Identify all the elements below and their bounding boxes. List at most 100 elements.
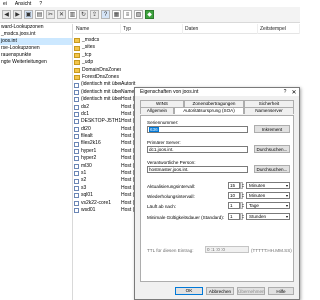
menu-view[interactable]: Ansicht [15, 1, 31, 7]
refresh-unit-select[interactable]: Minuten ▾ [246, 182, 290, 189]
forward-icon[interactable]: ▶ [13, 10, 22, 19]
show-hide-tree-icon[interactable]: ▤ [35, 10, 44, 19]
back-icon[interactable]: ◀ [2, 10, 11, 19]
toolbar: ◀ ▶ ▣ ▤ ✂ ✕ ▥ ↻ ⇪ ? ▦ ≡ ▧ ◆ [0, 7, 300, 23]
refresh-interval-field[interactable]: 15 [228, 182, 240, 189]
new-zone-icon[interactable]: ◆ [145, 10, 154, 19]
up-folder-icon[interactable]: ▣ [24, 10, 33, 19]
column-header-data[interactable]: Daten [183, 24, 258, 34]
new-record-icon[interactable]: ▧ [134, 10, 143, 19]
delete-icon[interactable]: ✕ [57, 10, 66, 19]
tab-soa[interactable]: Autoritätsursprung (SOA) [174, 107, 244, 114]
document-icon[interactable]: ▦ [112, 10, 121, 19]
refresh-interval-spinner[interactable] [240, 182, 244, 189]
dialog-help-button[interactable]: Hilfe [268, 287, 294, 295]
minimum-ttl-unit-select[interactable]: Stunden ▾ [246, 213, 290, 220]
primary-server-label: Primärer Server: [147, 140, 181, 145]
cancel-button[interactable]: Abbrechen [206, 287, 234, 295]
browse-responsible-button[interactable]: Durchsuchen... [254, 165, 290, 173]
menu-file[interactable]: ei [3, 1, 7, 7]
responsible-person-field[interactable]: hostmaster.joos.int. [147, 166, 248, 173]
record-type [121, 59, 141, 66]
dialog-help-icon[interactable]: ? [281, 89, 289, 95]
tree-item-msdcs-zone[interactable]: _msdcs.joos.int [0, 31, 72, 38]
record-name-cell: (identisch mit übergeordne... [74, 81, 121, 88]
list-item[interactable]: DomainDnsZones [74, 67, 300, 74]
tab-name-servers[interactable]: Namenserver [244, 107, 294, 114]
list-item[interactable]: _sites [74, 44, 300, 51]
dns-record-icon [74, 141, 79, 147]
dns-record-icon [74, 178, 79, 184]
minimum-ttl-field[interactable]: 1 [228, 213, 240, 220]
tree-item-joos-zone[interactable]: joos.int [0, 38, 72, 45]
list-item[interactable]: _udp [74, 59, 300, 66]
serial-field[interactable]: 636 [147, 126, 248, 133]
responsible-person-label: Verantwortliche Person: [147, 160, 196, 165]
record-name-cell: (identisch mit übergeordne... [74, 89, 121, 96]
column-header-timestamp[interactable]: Zeitstempel [258, 24, 300, 34]
record-name: s1 [81, 170, 87, 177]
dns-record-icon [74, 97, 79, 103]
record-name-cell: filealt [74, 133, 121, 140]
column-header-name[interactable]: Name [74, 24, 121, 34]
record-name: s2 [81, 177, 87, 184]
dialog-title-bar: Eigenschaften von joos.int ? ✕ [135, 88, 299, 96]
dns-record-icon [74, 208, 79, 214]
list-item[interactable]: _msdcs [74, 37, 300, 44]
record-name: sql01 [81, 192, 93, 199]
chevron-down-icon: ▾ [285, 193, 288, 198]
retry-interval-field[interactable]: 10 [228, 192, 240, 199]
cut-icon[interactable]: ✂ [46, 10, 55, 19]
refresh-unit-value: Minuten [249, 183, 266, 188]
tab-zone-transfers[interactable]: Zonenübertragungen [184, 100, 244, 107]
primary-server-field[interactable]: dc1.joos.int. [147, 146, 248, 153]
zone-properties-dialog: Eigenschaften von joos.int ? ✕ WINS Zone… [134, 87, 300, 300]
record-type [121, 67, 141, 74]
expires-after-field[interactable]: 1 [228, 202, 240, 209]
retry-unit-value: Minuten [249, 193, 266, 198]
dns-record-icon [74, 163, 79, 169]
dns-record-icon [74, 149, 79, 155]
minimum-ttl-spinner[interactable] [240, 213, 244, 220]
record-name-cell: hyper2 [74, 155, 121, 162]
tab-general[interactable]: Allgemein [140, 107, 174, 114]
tree-item-conditional-forwarders[interactable]: ngte Weiterleitungen [0, 59, 72, 66]
refresh-icon[interactable]: ↻ [79, 10, 88, 19]
list-item[interactable]: ForestDnsZones [74, 74, 300, 81]
dns-record-icon [74, 82, 79, 88]
browse-primary-button[interactable]: Durchsuchen... [254, 145, 290, 153]
chevron-down-icon: ▾ [285, 183, 288, 188]
tree-item-reverse-lookup[interactable]: rse-Lookupzonen [0, 45, 72, 52]
apply-button[interactable]: Übernehmen [237, 287, 265, 295]
help-icon[interactable]: ? [101, 10, 110, 19]
expires-unit-select[interactable]: Tage ▾ [246, 202, 290, 209]
tree-item-forward-lookup[interactable]: ward-Lookupzonen [0, 24, 72, 31]
record-name: _tcp [82, 51, 92, 58]
record-name-cell: s2 [74, 177, 121, 184]
record-name-cell: dc1 [74, 111, 121, 118]
list-item[interactable]: _tcp [74, 52, 300, 59]
console-tree: ward-Lookupzonen _msdcs.joos.int joos.in… [0, 24, 73, 300]
increment-button[interactable]: Inkrement [254, 125, 290, 133]
record-name: (identisch mit übergeordne... [81, 88, 121, 95]
tree-item-trust-points[interactable]: rauenspunkte [0, 52, 72, 59]
export-icon[interactable]: ⇪ [90, 10, 99, 19]
record-name-cell: wsd01 [74, 207, 121, 214]
record-name-cell: hyper1 [74, 148, 121, 155]
column-header-type[interactable]: Typ [121, 24, 183, 34]
record-type [121, 74, 141, 81]
ok-button[interactable]: OK [175, 287, 203, 295]
record-name-cell: (identisch mit übergeordne... [74, 96, 121, 103]
retry-interval-spinner[interactable] [240, 192, 244, 199]
tab-wins[interactable]: WINS [140, 100, 184, 107]
list-icon[interactable]: ≡ [123, 10, 132, 19]
expires-after-spinner[interactable] [240, 202, 244, 209]
menu-help[interactable]: ? [39, 1, 42, 7]
close-icon[interactable]: ✕ [289, 89, 299, 96]
record-name-cell: dt20 [74, 126, 121, 133]
dialog-title: Eigenschaften von joos.int [140, 89, 199, 95]
retry-unit-select[interactable]: Minuten ▾ [246, 192, 290, 199]
properties-icon[interactable]: ▥ [68, 10, 77, 19]
record-type [121, 52, 141, 59]
tab-security[interactable]: Sicherheit [244, 100, 294, 107]
